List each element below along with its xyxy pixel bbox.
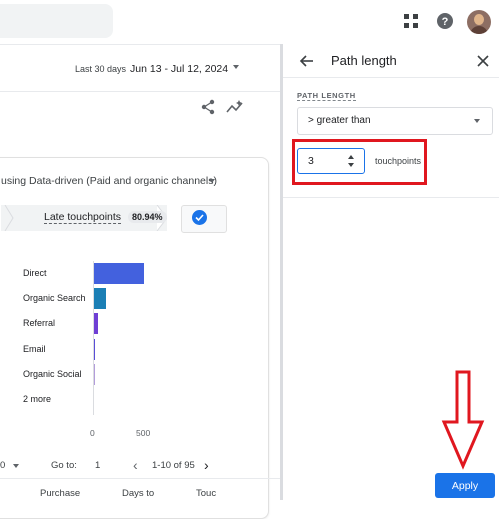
rows-per-page[interactable]: 0 (0, 460, 5, 471)
bar-label: Email (23, 343, 46, 354)
table-pager: 0 Go to: 1 ‹ 1-10 of 95 › (0, 456, 280, 476)
path-length-label: PATH LENGTH (297, 91, 356, 101)
check-circle-icon (192, 210, 207, 225)
operator-select[interactable]: > greater than (297, 107, 493, 135)
avatar[interactable] (467, 10, 491, 34)
touchpoint-tab[interactable]: Late touchpoints 80.94% (1, 205, 167, 231)
close-icon[interactable] (476, 54, 490, 68)
column-header-days-to[interactable]: Days to (122, 488, 154, 499)
annotation-arrow-icon (438, 370, 488, 470)
divider (283, 197, 499, 198)
divider (0, 91, 280, 92)
operator-value: > greater than (308, 115, 371, 126)
grid-apps-icon[interactable] (400, 10, 422, 32)
divider (0, 478, 280, 479)
tick-label-500: 500 (136, 428, 151, 438)
apply-button[interactable]: Apply (435, 473, 495, 498)
bar-label: Organic Search (23, 293, 86, 304)
bar[interactable] (93, 288, 107, 310)
chevron-left-icon[interactable]: ‹ (133, 457, 138, 473)
touchpoints-number-input[interactable]: 3 (297, 148, 365, 174)
top-bar: ? (0, 0, 499, 44)
chevron-down-icon[interactable] (13, 464, 19, 468)
chevron-down-icon[interactable] (233, 65, 239, 69)
help-icon[interactable]: ? (434, 10, 456, 32)
chevron-down-icon[interactable] (209, 179, 215, 183)
page-range: 1-10 of 95 (152, 460, 195, 471)
bar-label: 2 more (23, 394, 52, 404)
spin-up-icon[interactable] (348, 155, 354, 159)
report-pane: Last 30 days Jun 13 - Jul 12, 2024 using … (0, 44, 280, 519)
date-range-prefix: Last 30 days (75, 64, 127, 74)
panel-header: Path length (283, 44, 499, 78)
panel-title: Path length (331, 53, 397, 68)
spin-down-icon[interactable] (348, 163, 354, 167)
tick-label-0: 0 (90, 428, 95, 438)
axis-line (93, 261, 94, 415)
bar-label: Direct (23, 268, 47, 278)
column-header-purchase[interactable]: Purchase (40, 488, 80, 499)
search-bar[interactable] (0, 4, 113, 38)
goto-input[interactable]: 1 (95, 460, 100, 471)
card-title: using Data-driven (Paid and organic chan… (1, 175, 217, 187)
touchpoint-selector: Late touchpoints 80.94% (0, 205, 229, 233)
chevron-down-icon (474, 119, 480, 123)
chevron-right-icon[interactable]: › (204, 457, 209, 473)
touchpoint-badge: 80.94% (128, 211, 167, 223)
touchpoint-label: Late touchpoints (44, 211, 122, 224)
back-arrow-icon[interactable] (299, 53, 315, 69)
bar-label: Organic Social (23, 368, 82, 379)
date-range-value: Jun 13 - Jul 12, 2024 (130, 63, 229, 75)
bar-label: Referral (23, 318, 56, 329)
goto-label: Go to: (51, 460, 77, 471)
touchpoints-value: 3 (308, 155, 314, 167)
column-header-touchpoints[interactable]: Touc (196, 488, 216, 499)
svg-text:?: ? (442, 16, 449, 28)
date-range-picker[interactable]: Last 30 days Jun 13 - Jul 12, 2024 (75, 63, 228, 75)
insights-icon[interactable] (226, 99, 244, 117)
share-icon[interactable] (200, 99, 218, 117)
touchpoints-unit-label: touchpoints (375, 156, 422, 166)
bar[interactable] (93, 263, 144, 284)
